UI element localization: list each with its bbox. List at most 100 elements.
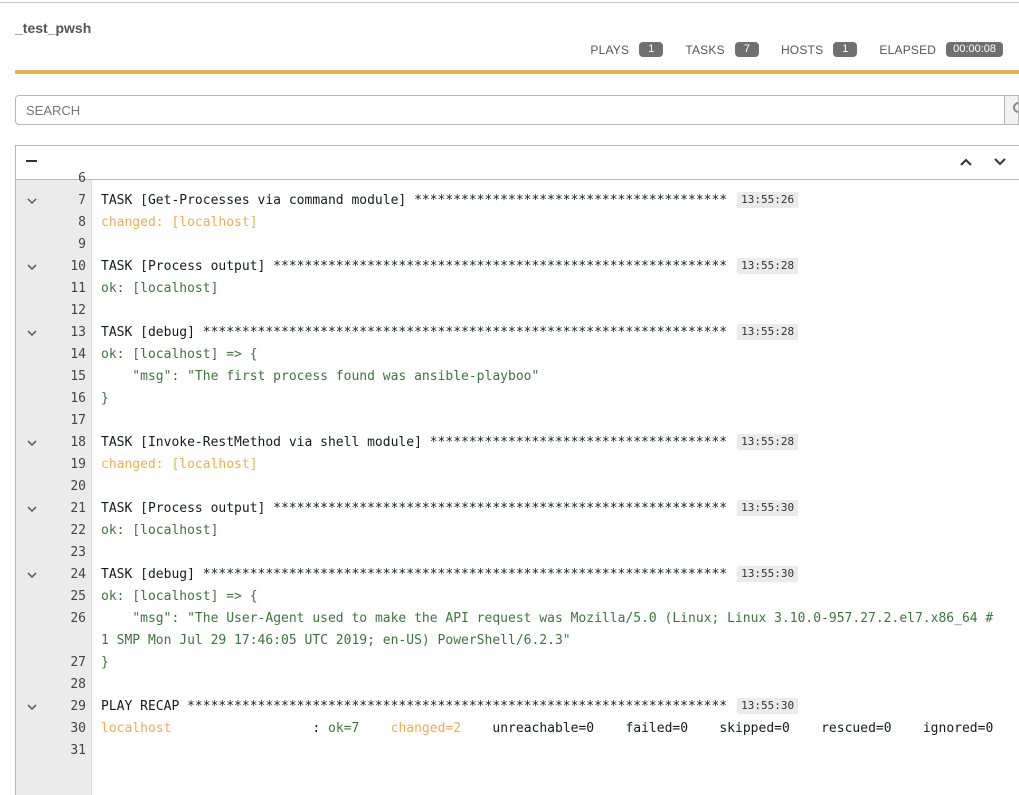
line-text: "msg": "The User-Agent used to make the … xyxy=(101,611,994,648)
chevron-down-icon xyxy=(27,330,37,337)
line-content: localhost : ok=7 changed=2 unreachable=0… xyxy=(86,718,1019,740)
chevron-down-icon xyxy=(994,158,1006,166)
task-timestamp: 13:55:28 xyxy=(737,324,799,340)
toggle-spacer xyxy=(16,520,46,542)
output-line: 22 ok: [localhost] xyxy=(16,520,1019,542)
stat-count-badge: 1 xyxy=(639,42,664,57)
search-icon xyxy=(1013,102,1018,113)
collapse-task-toggle[interactable] xyxy=(16,564,46,586)
search-button[interactable] xyxy=(1004,95,1018,125)
chevron-down-icon xyxy=(27,704,37,711)
output-line: 8 changed: [localhost] xyxy=(16,212,1019,234)
collapse-all-button[interactable] xyxy=(26,160,37,162)
search-box xyxy=(15,95,1019,125)
line-text: ok: [localhost] xyxy=(101,523,219,538)
line-number: 18 xyxy=(70,435,86,450)
line-number: 17 xyxy=(70,413,86,428)
line-number: 14 xyxy=(70,347,86,362)
line-content: TASK [Invoke-RestMethod via shell module… xyxy=(86,432,1019,454)
collapse-task-toggle[interactable] xyxy=(16,322,46,344)
chevron-up-icon xyxy=(960,158,972,166)
line-number: 8 xyxy=(78,215,86,230)
line-number: 23 xyxy=(70,545,86,560)
line-content: "msg": "The User-Agent used to make the … xyxy=(86,608,1019,652)
job-title: _test_pwsh xyxy=(15,20,92,36)
toggle-spacer xyxy=(16,608,46,652)
collapse-task-toggle[interactable] xyxy=(16,256,46,278)
output-line: 14 ok: [localhost] => { xyxy=(16,344,1019,366)
line-content xyxy=(86,410,1019,432)
line-text: TASK [debug] ***************************… xyxy=(101,567,728,582)
toggle-spacer xyxy=(16,652,46,674)
task-timestamp: 13:55:30 xyxy=(737,566,799,582)
status-bar xyxy=(15,70,1019,74)
line-text: TASK [debug] ***************************… xyxy=(101,325,728,340)
output-line: 23 xyxy=(16,542,1019,564)
output-line: 31 xyxy=(16,740,1019,762)
stat-count-badge: 1 xyxy=(833,42,858,57)
line-text: TASK [Invoke-RestMethod via shell module… xyxy=(101,435,728,450)
search-input[interactable] xyxy=(16,97,996,123)
line-text: TASK [Get-Processes via command module] … xyxy=(101,193,728,208)
line-content: "msg": "The first process found was ansi… xyxy=(86,366,1019,388)
line-content xyxy=(86,542,1019,564)
output-line: 28 xyxy=(16,674,1019,696)
top-border xyxy=(0,2,1019,3)
toggle-spacer xyxy=(16,300,46,322)
output-line: 19 changed: [localhost] xyxy=(16,454,1019,476)
output-line: 25 ok: [localhost] => { xyxy=(16,586,1019,608)
collapse-task-toggle[interactable] xyxy=(16,696,46,718)
stat-label: ELAPSED xyxy=(879,42,937,57)
chevron-down-icon xyxy=(27,506,37,513)
toggle-spacer xyxy=(16,278,46,300)
toggle-spacer xyxy=(16,168,46,190)
line-content: TASK [Process output] ******************… xyxy=(86,498,1019,520)
toggle-spacer xyxy=(16,366,46,388)
collapse-task-toggle[interactable] xyxy=(16,190,46,212)
line-content xyxy=(86,300,1019,322)
output-line: 15 "msg": "The first process found was a… xyxy=(16,366,1019,388)
line-content xyxy=(86,168,1019,190)
stat-label: HOSTS xyxy=(780,42,824,57)
toggle-spacer xyxy=(16,586,46,608)
output-line: 20 xyxy=(16,476,1019,498)
line-number: 22 xyxy=(70,523,86,538)
line-number: 21 xyxy=(70,501,86,516)
toggle-spacer xyxy=(16,212,46,234)
line-number: 26 xyxy=(70,611,86,626)
line-content xyxy=(86,740,1019,762)
collapse-task-toggle[interactable] xyxy=(16,432,46,454)
stat-plays: PLAYS 1 xyxy=(590,42,664,57)
toggle-spacer xyxy=(16,454,46,476)
line-text: unreachable=0 failed=0 skipped=0 rescued… xyxy=(461,721,994,736)
collapse-task-toggle[interactable] xyxy=(16,498,46,520)
line-text: ok: [localhost] => { xyxy=(101,347,258,362)
output-line: 17 xyxy=(16,410,1019,432)
line-number: 6 xyxy=(78,171,86,186)
line-number: 16 xyxy=(70,391,86,406)
toggle-spacer xyxy=(16,410,46,432)
line-content xyxy=(86,674,1019,696)
line-content: TASK [Process output] ******************… xyxy=(86,256,1019,278)
task-timestamp: 13:55:30 xyxy=(737,698,799,714)
line-number: 31 xyxy=(70,743,86,758)
output-line: 9 xyxy=(16,234,1019,256)
line-text: changed=2 xyxy=(390,721,462,736)
output-line: 26 "msg": "The User-Agent used to make t… xyxy=(16,608,1019,652)
line-text: ok=7 xyxy=(328,721,360,736)
line-number: 12 xyxy=(70,303,86,318)
output-line: 13 TASK [debug] *************************… xyxy=(16,322,1019,344)
line-content: ok: [localhost] xyxy=(86,278,1019,300)
chevron-down-icon xyxy=(27,440,37,447)
stat-count-badge: 7 xyxy=(734,42,759,57)
line-text: changed: [localhost] xyxy=(101,215,258,230)
output-line: 30 localhost : ok=7 changed=2 unreachable… xyxy=(16,718,1019,740)
elapsed-time-badge: 00:00:08 xyxy=(946,42,1003,57)
task-timestamp: 13:55:28 xyxy=(737,434,799,450)
line-number: 9 xyxy=(78,237,86,252)
line-content: } xyxy=(86,652,1019,674)
stat-label: PLAYS xyxy=(590,42,630,57)
line-content: ok: [localhost] xyxy=(86,520,1019,542)
line-content: ok: [localhost] => { xyxy=(86,344,1019,366)
line-text: changed: [localhost] xyxy=(101,457,258,472)
